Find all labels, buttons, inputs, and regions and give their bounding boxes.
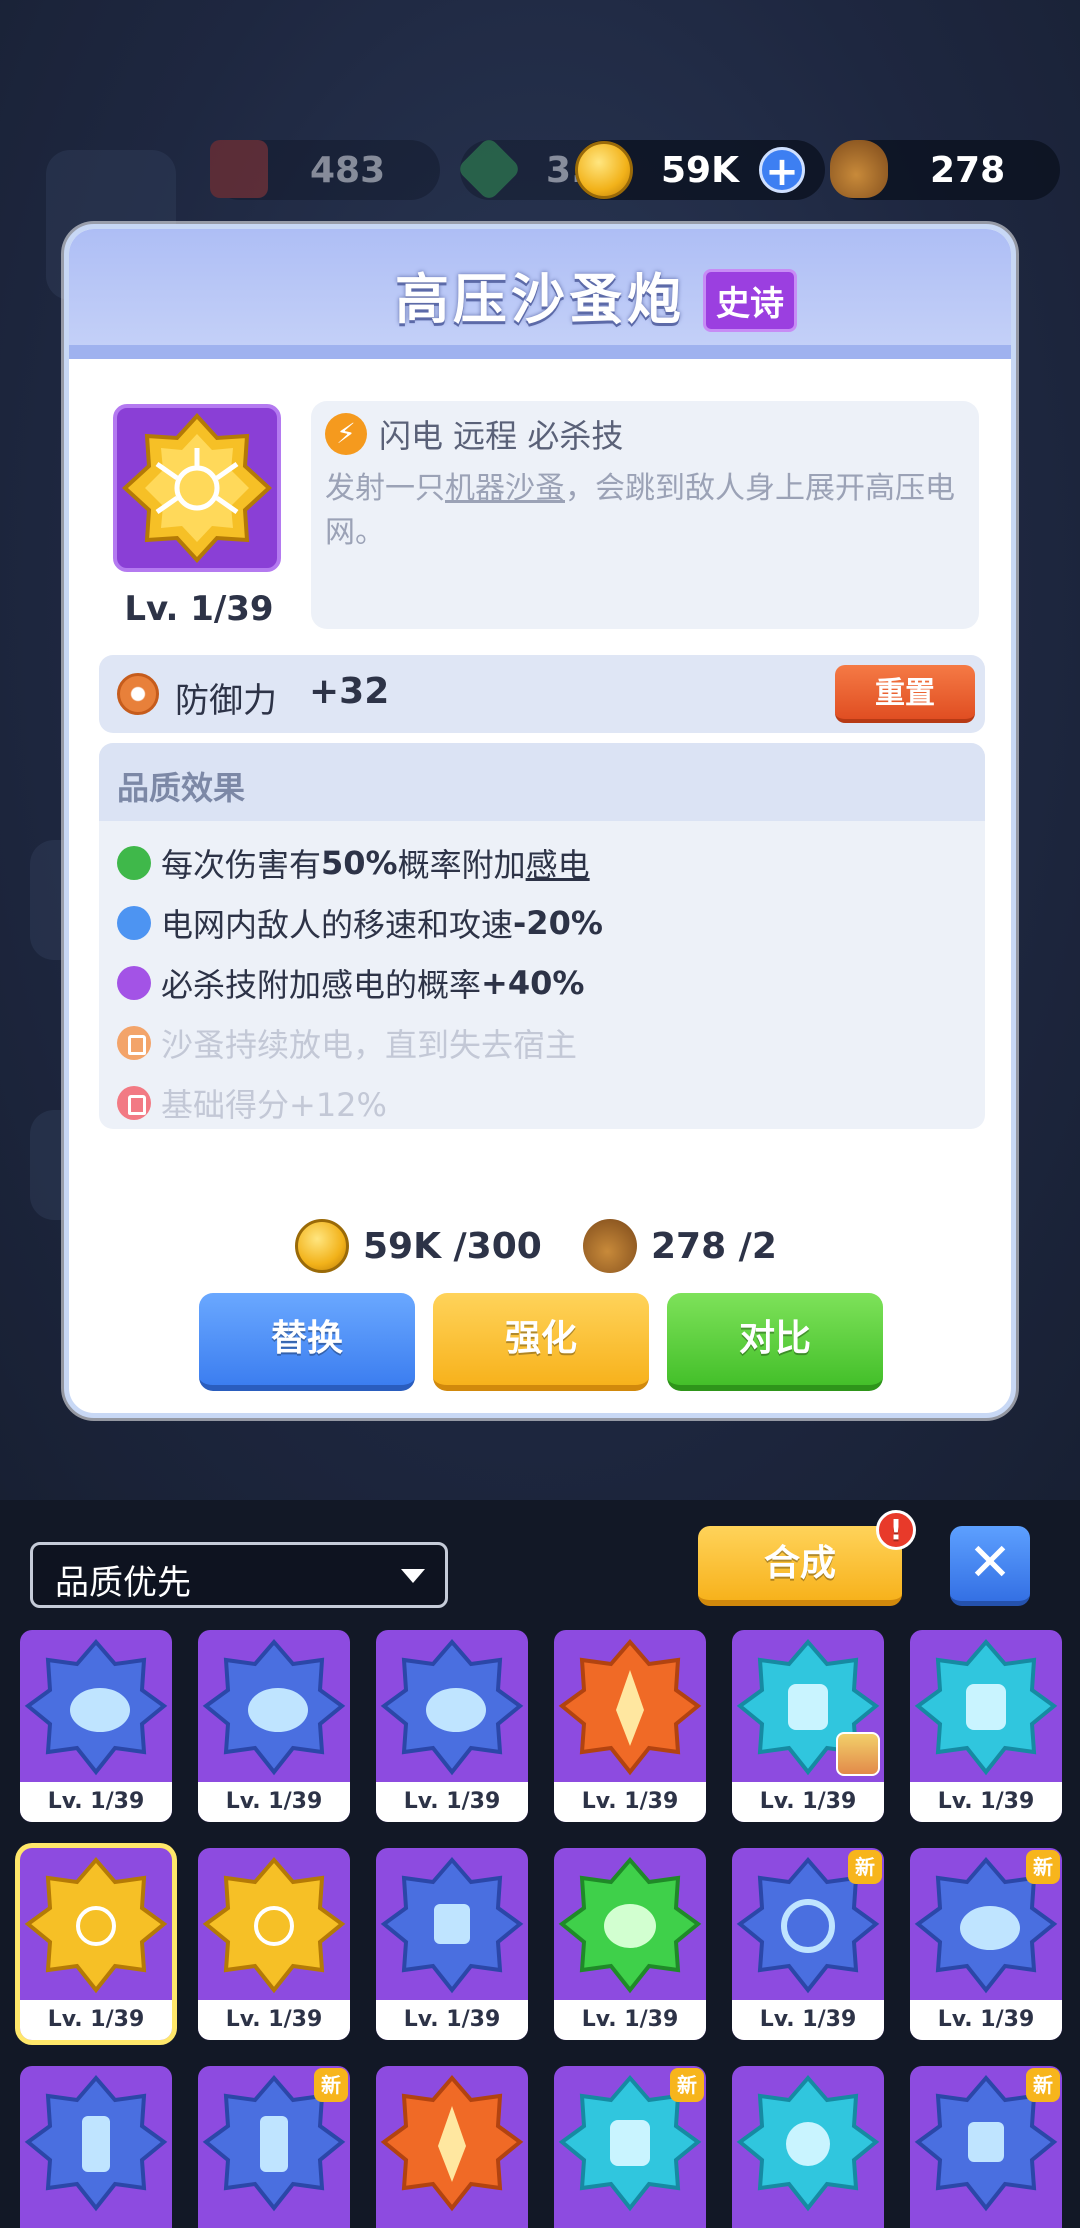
skill-card[interactable]: Lv. 1/39 [198, 1848, 350, 2040]
skill-tags: 闪电 远程 必杀技 [379, 417, 624, 455]
skill-card[interactable] [376, 2066, 528, 2228]
new-badge: 新 [670, 2068, 704, 2102]
chevron-down-icon [401, 1569, 425, 1583]
skill-detail-modal: 高压沙蚤炮 史诗 Lv. 1/39 ⚡ 闪电 远程 必杀技 发射一只机器沙蚤，会… [64, 224, 1016, 1418]
blue-dot-icon [117, 906, 151, 940]
close-button[interactable]: ✕ [950, 1526, 1030, 1606]
money-bag-icon [583, 1219, 637, 1273]
quality-effect-1: 每次伤害有 50% 概率附加 感电 [117, 841, 590, 885]
skill-card[interactable]: 新 Lv. 1/39 [732, 1848, 884, 2040]
shock-link[interactable]: 感电 [526, 840, 590, 886]
skill-card[interactable]: 新 [910, 2066, 1062, 2228]
compare-button[interactable]: 对比 [667, 1293, 883, 1391]
skill-card-selected[interactable]: Lv. 1/39 [20, 1848, 172, 2040]
robot-flea-link[interactable]: 机器沙蚤 [445, 471, 565, 506]
skill-card[interactable]: 新 [554, 2066, 706, 2228]
upgrade-button[interactable]: 强化 [433, 1293, 649, 1391]
skill-title: 高压沙蚤炮 [395, 268, 685, 331]
skill-card[interactable]: Lv. 1/39 [910, 1630, 1062, 1822]
shield-icon [117, 673, 159, 715]
stat-label: 防御力 [175, 681, 277, 721]
money-bag-icon [830, 140, 888, 198]
cake-icon [210, 140, 268, 198]
bag-cost: 278 /2 [583, 1219, 777, 1273]
skill-card[interactable]: Lv. 1/39 [732, 1630, 884, 1822]
rarity-badge: 史诗 [703, 269, 797, 332]
skill-description: 发射一只机器沙蚤，会跳到敌人身上展开高压电网。 [325, 471, 955, 550]
coin-cost: 59K /300 [295, 1219, 542, 1273]
skill-card[interactable]: Lv. 1/39 [376, 1630, 528, 1822]
stat-value: +32 [309, 671, 390, 712]
quality-effect-3: 必杀技附加感电的概率 +40% [117, 961, 584, 1005]
skill-level: Lv. 1/39 [124, 589, 274, 629]
green-dot-icon [117, 846, 151, 880]
craft-button[interactable]: 合成 ! [698, 1510, 916, 1606]
new-badge: 新 [314, 2068, 348, 2102]
new-badge: 新 [1026, 1850, 1060, 1884]
add-coin-button[interactable]: + [759, 147, 805, 194]
sort-dropdown[interactable]: 品质优先 [30, 1542, 448, 1608]
defense-stat-row: 防御力 +32 重置 [99, 655, 985, 733]
skill-icon [113, 404, 281, 572]
gem-icon [456, 136, 522, 202]
alert-icon: ! [876, 1510, 916, 1550]
lightning-icon: ⚡ [325, 413, 367, 455]
skill-card[interactable]: Lv. 1/39 [20, 1630, 172, 1822]
coin-resource: 59K + [575, 140, 825, 200]
quality-effect-5: 基础得分+12% [117, 1081, 387, 1125]
skill-card[interactable]: 新 Lv. 1/39 [910, 1848, 1062, 2040]
lock-icon [117, 1026, 151, 1060]
skill-description-box: ⚡ 闪电 远程 必杀技 发射一只机器沙蚤，会跳到敌人身上展开高压电网。 [311, 401, 979, 629]
quality-effect-4: 沙蚤持续放电，直到失去宿主 [117, 1021, 577, 1065]
quality-title: 品质效果 [99, 743, 985, 821]
skill-card[interactable]: Lv. 1/39 [376, 1848, 528, 2040]
replace-button[interactable]: 替换 [199, 1293, 415, 1391]
skill-card[interactable]: Lv. 1/39 [554, 1630, 706, 1822]
upgrade-cost-row: 59K /300 278 /2 [69, 1219, 1011, 1279]
resource-bar: 483 3. 59K + 278 [0, 136, 1080, 220]
quality-effects-box: 品质效果 每次伤害有 50% 概率附加 感电 电网内敌人的移速和攻速 -20% 必杀技附… [99, 743, 985, 1129]
new-badge: 新 [848, 1850, 882, 1884]
skill-card[interactable]: Lv. 1/39 [554, 1848, 706, 2040]
skill-inventory-panel: 品质优先 合成 ! ✕ Lv. 1/39 Lv. 1/39 Lv. 1/39 L… [0, 1500, 1080, 2228]
reset-button[interactable]: 重置 [835, 665, 975, 723]
hero-avatar-icon [836, 1732, 880, 1776]
purple-dot-icon [117, 966, 151, 1000]
money-bag-resource: 278 [830, 140, 1060, 200]
skill-card[interactable] [20, 2066, 172, 2228]
lock-icon [117, 1086, 151, 1120]
skill-card[interactable]: Lv. 1/39 [198, 1630, 350, 1822]
skill-card[interactable] [732, 2066, 884, 2228]
coin-icon [295, 1219, 349, 1273]
cake-resource: 483 [210, 140, 440, 200]
quality-effect-2: 电网内敌人的移速和攻速 -20% [117, 901, 603, 945]
new-badge: 新 [1026, 2068, 1060, 2102]
coin-icon [575, 141, 633, 199]
skill-card[interactable]: 新 [198, 2066, 350, 2228]
